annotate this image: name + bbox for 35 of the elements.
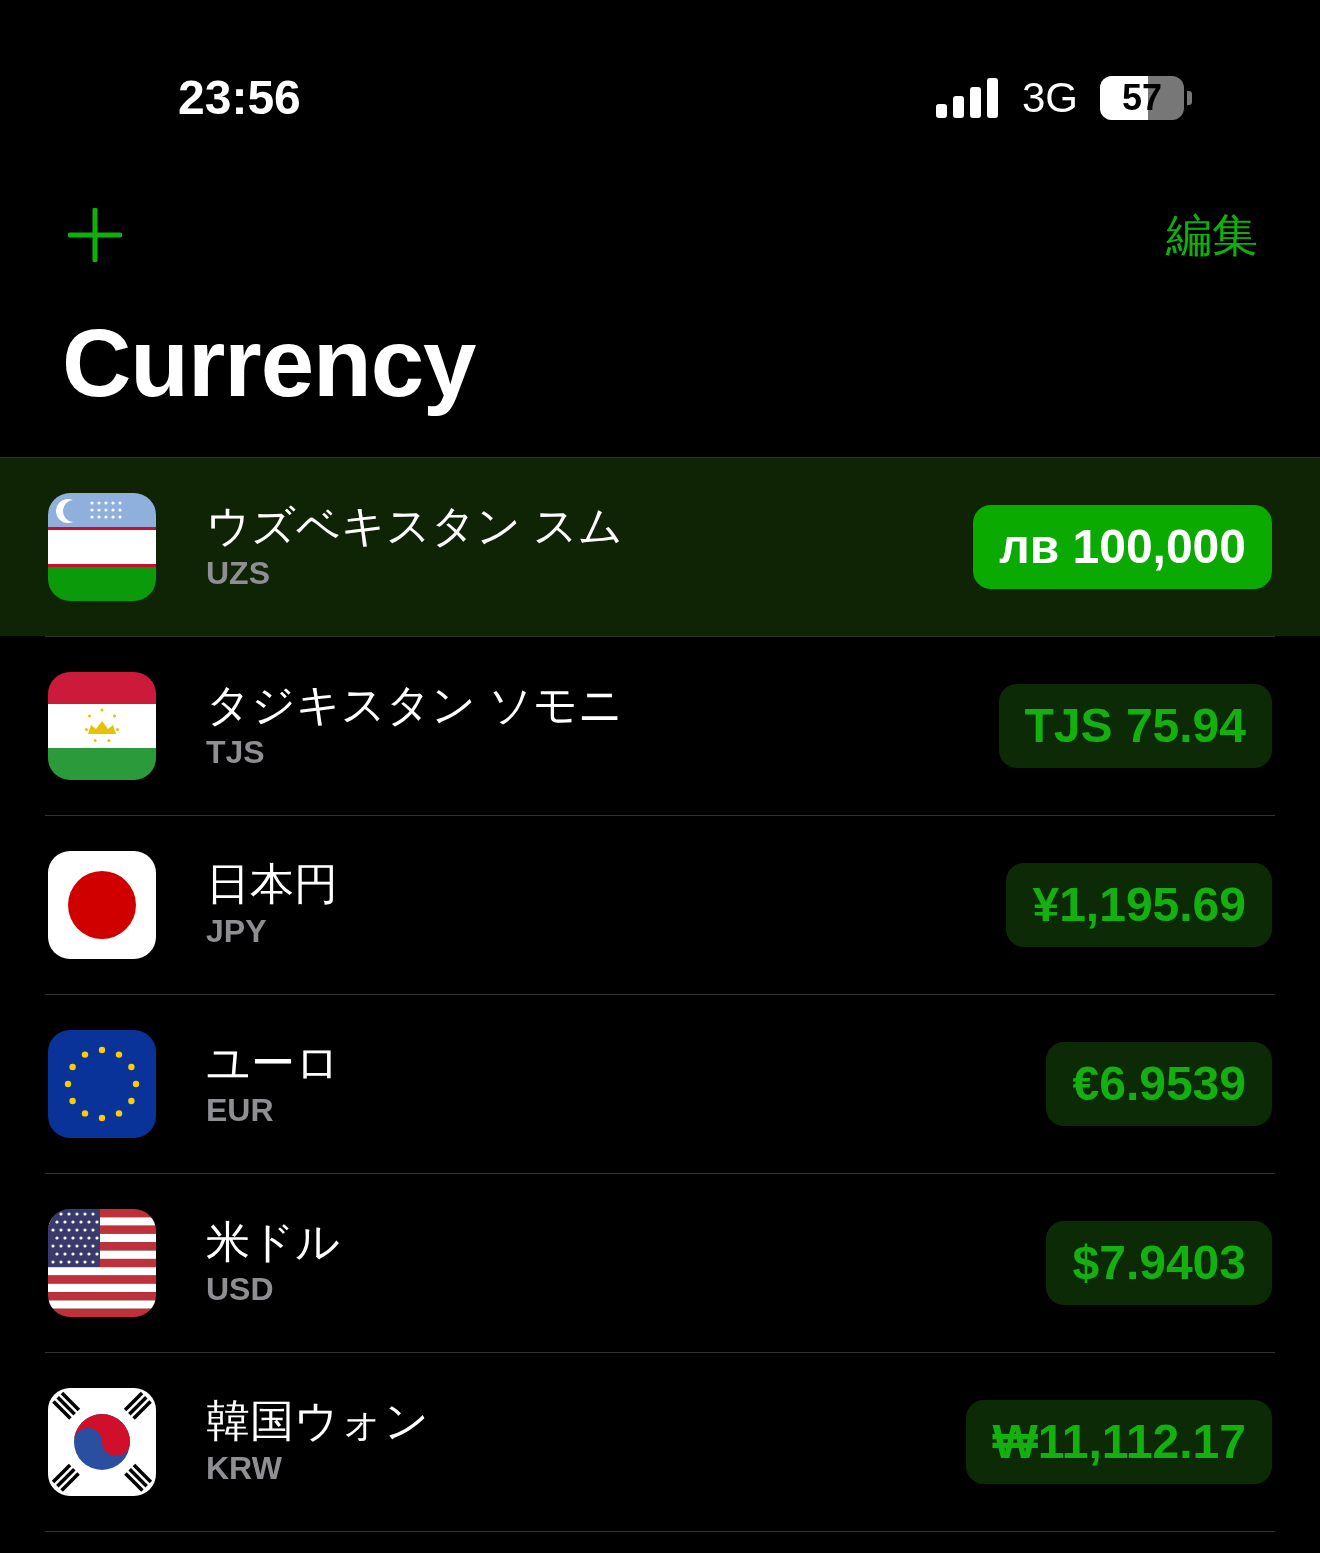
currency-code: KRW	[206, 1448, 283, 1488]
amount-button[interactable]: TJS 75.94	[998, 684, 1272, 768]
network-label: 3G	[1021, 73, 1078, 123]
amount-button[interactable]: €6.9539	[1046, 1042, 1272, 1126]
flag-icon	[48, 672, 156, 780]
status-time: 23:56	[178, 69, 301, 126]
currency-name: 韓国ウォン	[206, 1394, 429, 1447]
flag-icon	[48, 851, 156, 959]
currency-name: 日本円	[206, 857, 338, 910]
signal-icon	[935, 77, 1000, 118]
page-title: Currency	[62, 315, 477, 418]
currency-code: EUR	[206, 1090, 275, 1130]
currency-row[interactable]: 米ドル USD $7.9403	[45, 1173, 1275, 1352]
edit-link[interactable]: 編集	[1166, 200, 1258, 270]
currency-row[interactable]: ウズベキスタン スム UZS лв 100,000	[0, 457, 1320, 636]
currency-name: ユーロ	[206, 1036, 340, 1089]
currency-code: JPY	[206, 911, 268, 951]
flag-icon	[48, 1209, 156, 1317]
amount-button[interactable]: ¥1,195.69	[1006, 863, 1272, 947]
currency-name: 米ドル	[206, 1215, 340, 1268]
flag-icon	[48, 493, 156, 601]
add-icon[interactable]	[68, 208, 122, 262]
currency-row[interactable]: タジキスタン ソモニ TJS TJS 75.94	[45, 636, 1275, 815]
currency-row[interactable]: ユーロ EUR €6.9539	[45, 994, 1275, 1173]
flag-icon	[48, 1388, 156, 1496]
currency-row[interactable]: 韓国ウォン KRW ₩11,112.17	[45, 1352, 1275, 1531]
amount-button[interactable]: ₩11,112.17	[966, 1400, 1272, 1484]
currency-row[interactable]: 日本円 JPY ¥1,195.69	[45, 815, 1275, 994]
amount-button[interactable]: $7.9403	[1046, 1221, 1272, 1305]
currency-code: USD	[206, 1269, 275, 1309]
currency-name: タジキスタン ソモニ	[206, 678, 624, 731]
currency-code: TJS	[206, 732, 266, 772]
flag-icon	[48, 1030, 156, 1138]
currency-code: UZS	[206, 553, 271, 593]
currency-name: ウズベキスタン スム	[206, 499, 624, 552]
